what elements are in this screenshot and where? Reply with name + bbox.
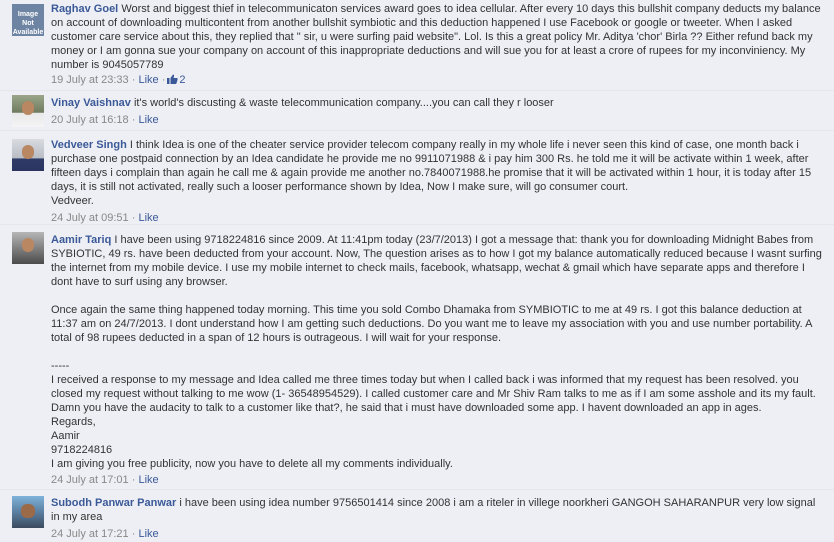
comment-item: Aamir Tariq I have been using 9718224816… <box>0 225 834 490</box>
comment-meta: 24 July at 17:21 · Like <box>51 527 826 541</box>
comment-item: Vinay Vaishnav it's world's discusting &… <box>0 91 834 131</box>
like-count[interactable]: 2 <box>179 74 185 86</box>
avatar-face <box>22 101 34 115</box>
avatar[interactable] <box>12 139 44 171</box>
avatar[interactable] <box>12 232 44 264</box>
comment-author[interactable]: Vinay Vaishnav <box>51 97 131 109</box>
comment-timestamp[interactable]: 24 July at 09:51 <box>51 212 129 224</box>
avatar-face <box>21 504 35 518</box>
avatar-face <box>22 238 34 252</box>
comment-body: Raghav Goel Worst and biggest thief in t… <box>51 2 826 87</box>
comment-text: I think Idea is one of the cheater servi… <box>51 139 812 207</box>
meta-separator: · <box>131 528 136 540</box>
thumbs-up-icon[interactable] <box>167 74 179 84</box>
comment-timestamp[interactable]: 20 July at 16:18 <box>51 114 129 126</box>
comment-text: it's world's discusting & waste telecomm… <box>133 97 554 109</box>
comment-body: Vedveer Singh I think Idea is one of the… <box>51 138 826 225</box>
avatar[interactable]: Image Not Available <box>12 4 44 36</box>
like-link[interactable]: Like <box>138 74 158 86</box>
avatar[interactable] <box>12 95 44 127</box>
meta-separator: · <box>131 474 136 486</box>
comment-author[interactable]: Subodh Panwar Panwar <box>51 497 176 509</box>
comment-author[interactable]: Vedveer Singh <box>51 139 127 151</box>
comment-timestamp[interactable]: 24 July at 17:21 <box>51 528 129 540</box>
like-link[interactable]: Like <box>138 114 158 126</box>
comment-meta: 19 July at 23:33 · Like · 2 <box>51 73 826 87</box>
meta-separator: · <box>131 212 136 224</box>
comment-meta: 24 July at 09:51 · Like <box>51 211 826 225</box>
meta-separator: · <box>131 114 136 126</box>
comment-body: Subodh Panwar Panwar i have been using i… <box>51 496 826 541</box>
avatar-placeholder-label: Image Not Available <box>12 11 44 36</box>
like-link[interactable]: Like <box>138 212 158 224</box>
comment-item: Image Not Available Raghav Goel Worst an… <box>0 0 834 91</box>
meta-separator: · <box>161 74 166 86</box>
like-link[interactable]: Like <box>138 528 158 540</box>
avatar[interactable] <box>12 496 44 528</box>
comment-body: Vinay Vaishnav it's world's discusting &… <box>51 96 826 127</box>
comment-body: Aamir Tariq I have been using 9718224816… <box>51 233 826 487</box>
comment-timestamp[interactable]: 19 July at 23:33 <box>51 74 129 86</box>
comment-text: Worst and biggest thief in telecommunica… <box>51 3 824 71</box>
comment-text: I have been using 9718224816 since 2009.… <box>51 234 822 470</box>
comment-list: Image Not Available Raghav Goel Worst an… <box>0 0 834 542</box>
comment-meta: 24 July at 17:01 · Like <box>51 473 826 487</box>
comment-item: Vedveer Singh I think Idea is one of the… <box>0 131 834 225</box>
comment-author[interactable]: Aamir Tariq <box>51 234 111 246</box>
comment-item: Subodh Panwar Panwar i have been using i… <box>0 490 834 542</box>
meta-separator: · <box>131 74 136 86</box>
comment-timestamp[interactable]: 24 July at 17:01 <box>51 474 129 486</box>
comment-meta: 20 July at 16:18 · Like <box>51 113 826 127</box>
like-link[interactable]: Like <box>138 474 158 486</box>
comment-author[interactable]: Raghav Goel <box>51 3 118 15</box>
avatar-face <box>22 145 34 159</box>
